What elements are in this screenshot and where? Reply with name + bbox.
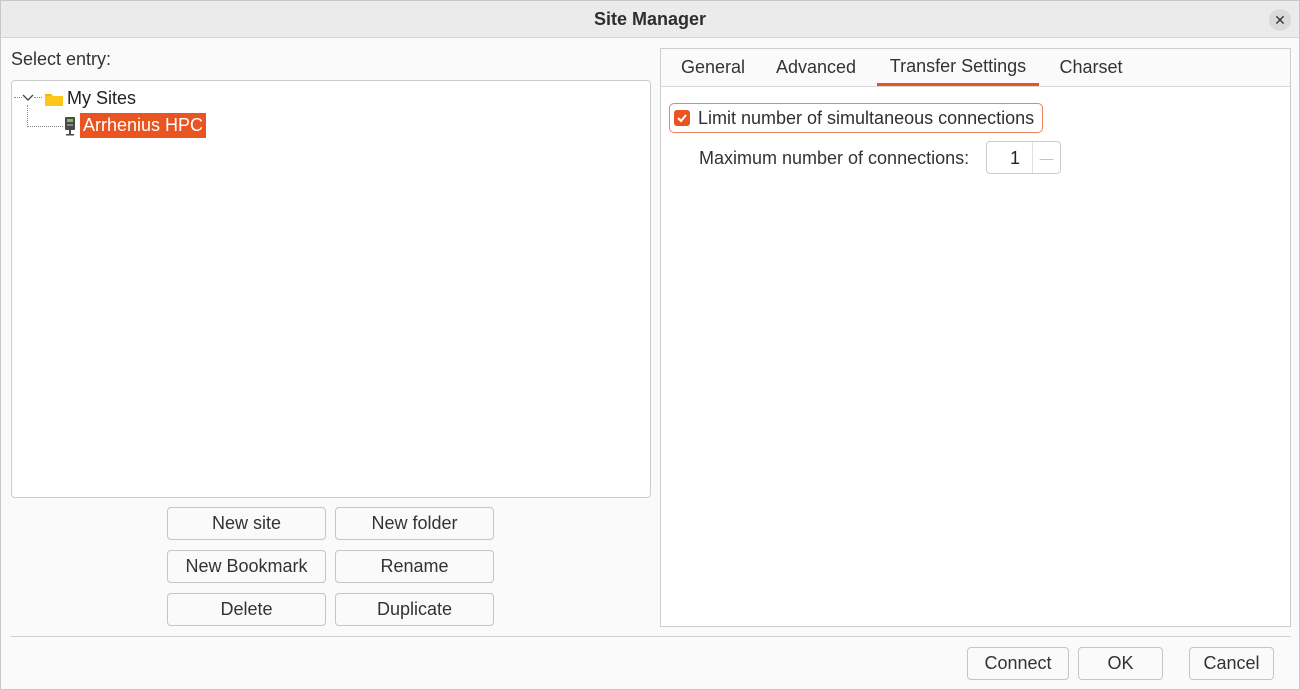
connect-button[interactable]: Connect (967, 647, 1069, 680)
max-connections-label: Maximum number of connections: (699, 148, 970, 168)
duplicate-button[interactable]: Duplicate (335, 593, 494, 626)
limit-connections-checkbox[interactable]: Limit number of simultaneous connections (669, 103, 1043, 133)
tree-item-arrhenius-hpc[interactable]: Arrhenius HPC (64, 113, 207, 138)
max-connections-value[interactable]: 1 (1010, 148, 1020, 169)
site-tree[interactable]: My Sites Arrhenius HPC (11, 80, 651, 498)
tree-line (14, 97, 22, 98)
cancel-button[interactable]: Cancel (1189, 647, 1274, 680)
checkbox-checked-icon (674, 110, 690, 126)
tab-general[interactable]: General (671, 49, 755, 86)
new-folder-button[interactable]: New folder (335, 507, 494, 540)
tree-item-label: Arrhenius HPC (80, 113, 207, 138)
tree-line (27, 105, 28, 127)
tab-charset[interactable]: Charset (1051, 49, 1131, 86)
close-button[interactable]: ✕ (1269, 9, 1291, 31)
new-site-button[interactable]: New site (167, 507, 326, 540)
limit-connections-label: Limit number of simultaneous connections (698, 107, 1035, 128)
expand-toggle-icon[interactable] (21, 92, 35, 104)
rename-button[interactable]: Rename (335, 550, 494, 583)
tree-item-label: My Sites (67, 88, 137, 108)
window-title: Site Manager (593, 9, 707, 29)
minus-icon: — (1039, 149, 1054, 166)
tab-advanced[interactable]: Advanced (767, 49, 865, 86)
site-manager-window: Site Manager ✕ Select entry: My Sites Ar… (0, 0, 1300, 690)
max-connections-stepper[interactable]: 1 — (986, 141, 1061, 174)
ok-button[interactable]: OK (1078, 647, 1163, 680)
settings-panel: General Advanced Transfer Settings Chars… (660, 48, 1291, 627)
title-bar[interactable]: Site Manager ✕ (1, 1, 1299, 38)
tab-bar: General Advanced Transfer Settings Chars… (661, 49, 1290, 87)
select-entry-label: Select entry: (11, 49, 112, 69)
folder-icon (45, 93, 63, 106)
delete-button[interactable]: Delete (167, 593, 326, 626)
tab-transfer-settings[interactable]: Transfer Settings (877, 49, 1039, 86)
footer-divider (11, 636, 1291, 637)
new-bookmark-button[interactable]: New Bookmark (167, 550, 326, 583)
decrement-button[interactable]: — (1032, 142, 1060, 173)
close-icon: ✕ (1274, 11, 1286, 28)
tree-line (34, 97, 42, 98)
server-icon (65, 116, 75, 135)
tree-line (27, 126, 63, 127)
tree-item-my-sites[interactable]: My Sites (44, 86, 139, 111)
